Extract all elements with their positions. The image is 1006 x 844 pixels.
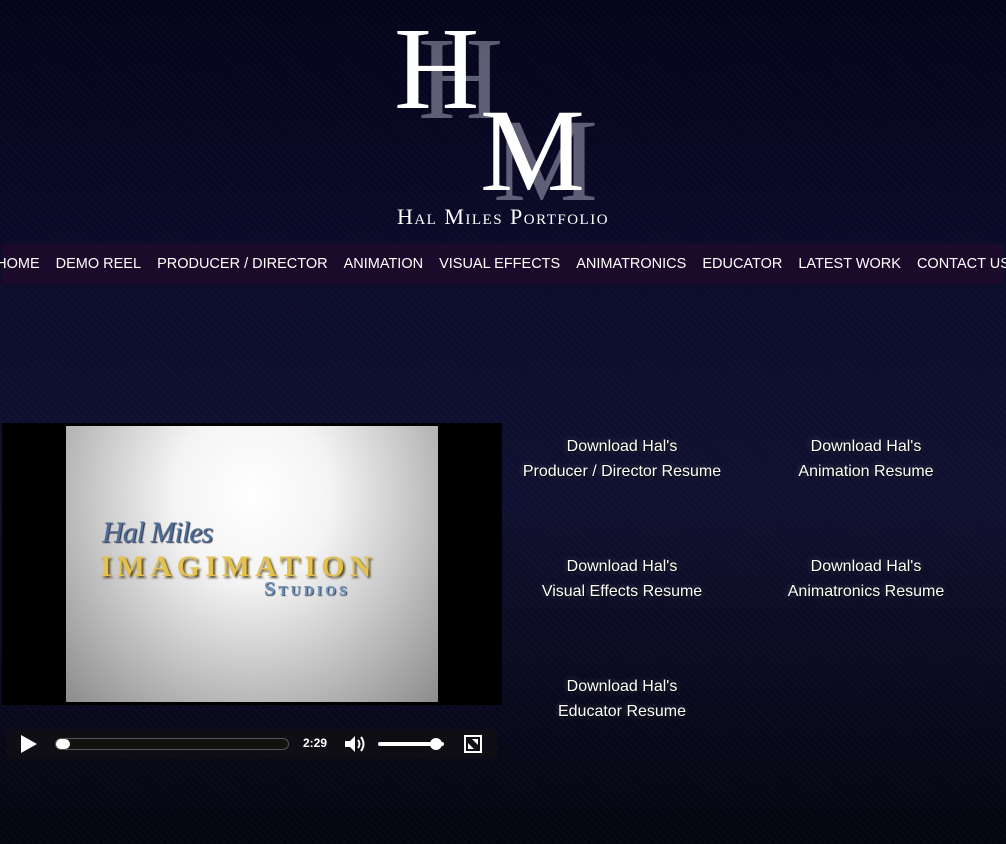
logo-letter-m: M [480,85,585,216]
download-animatronics-resume[interactable]: Download Hal's Animatronics Resume [746,554,986,604]
download-educator-resume[interactable]: Download Hal's Educator Resume [502,674,742,724]
resume-link-line1: Download Hal's [566,678,678,695]
download-animation-resume[interactable]: Download Hal's Animation Resume [746,434,986,484]
video-progress-bar[interactable] [55,738,289,750]
site-subtitle: Hal Miles Portfolio [396,204,610,229]
volume-slider-knob[interactable] [430,738,443,750]
demo-reel-video[interactable]: Hal Miles IMAGIMATION Studios [2,423,502,705]
nav-contact-us[interactable]: CONTACT US [917,256,1006,272]
resume-link-line1: Download Hal's [566,558,678,575]
resume-link-line1: Download Hal's [810,438,922,455]
download-visual-effects-resume[interactable]: Download Hal's Visual Effects Resume [502,554,742,604]
resume-link-line1: Download Hal's [566,438,678,455]
nav-demo-reel[interactable]: DEMO REEL [56,256,141,272]
nav-animation[interactable]: ANIMATION [344,256,423,272]
logo-letter-h: H [394,3,480,134]
nav-home[interactable]: HOME [0,256,40,272]
resume-link-line2: Educator Resume [557,703,687,720]
site-logo: H H M M Hal Miles Portfolio [0,0,1006,240]
nav-latest-work[interactable]: LATEST WORK [798,256,901,272]
volume-icon[interactable] [343,734,367,754]
video-progress-fill [56,739,70,749]
video-title-hal-miles: Hal Miles [102,516,213,549]
fullscreen-icon[interactable] [464,735,482,753]
resume-link-line2: Producer / Director Resume [522,463,722,480]
nav-educator[interactable]: EDUCATOR [702,256,782,272]
resume-link-line2: Visual Effects Resume [541,583,703,600]
download-producer-director-resume[interactable]: Download Hal's Producer / Director Resum… [502,434,742,484]
nav-producer-director[interactable]: PRODUCER / DIRECTOR [157,256,328,272]
play-icon[interactable] [21,735,37,753]
main-nav: HOME DEMO REEL PRODUCER / DIRECTOR ANIMA… [0,244,1006,284]
video-duration: 2:29 [303,736,328,750]
video-title-studios: Studios [264,578,350,600]
nav-animatronics[interactable]: ANIMATRONICS [576,256,686,272]
resume-link-line2: Animatronics Resume [787,583,945,600]
resume-link-line1: Download Hal's [810,558,922,575]
resume-link-line2: Animation Resume [798,463,934,480]
nav-visual-effects[interactable]: VISUAL EFFECTS [439,256,560,272]
video-controls: 2:29 [7,729,497,759]
video-frame: Hal Miles IMAGIMATION Studios [66,426,438,702]
